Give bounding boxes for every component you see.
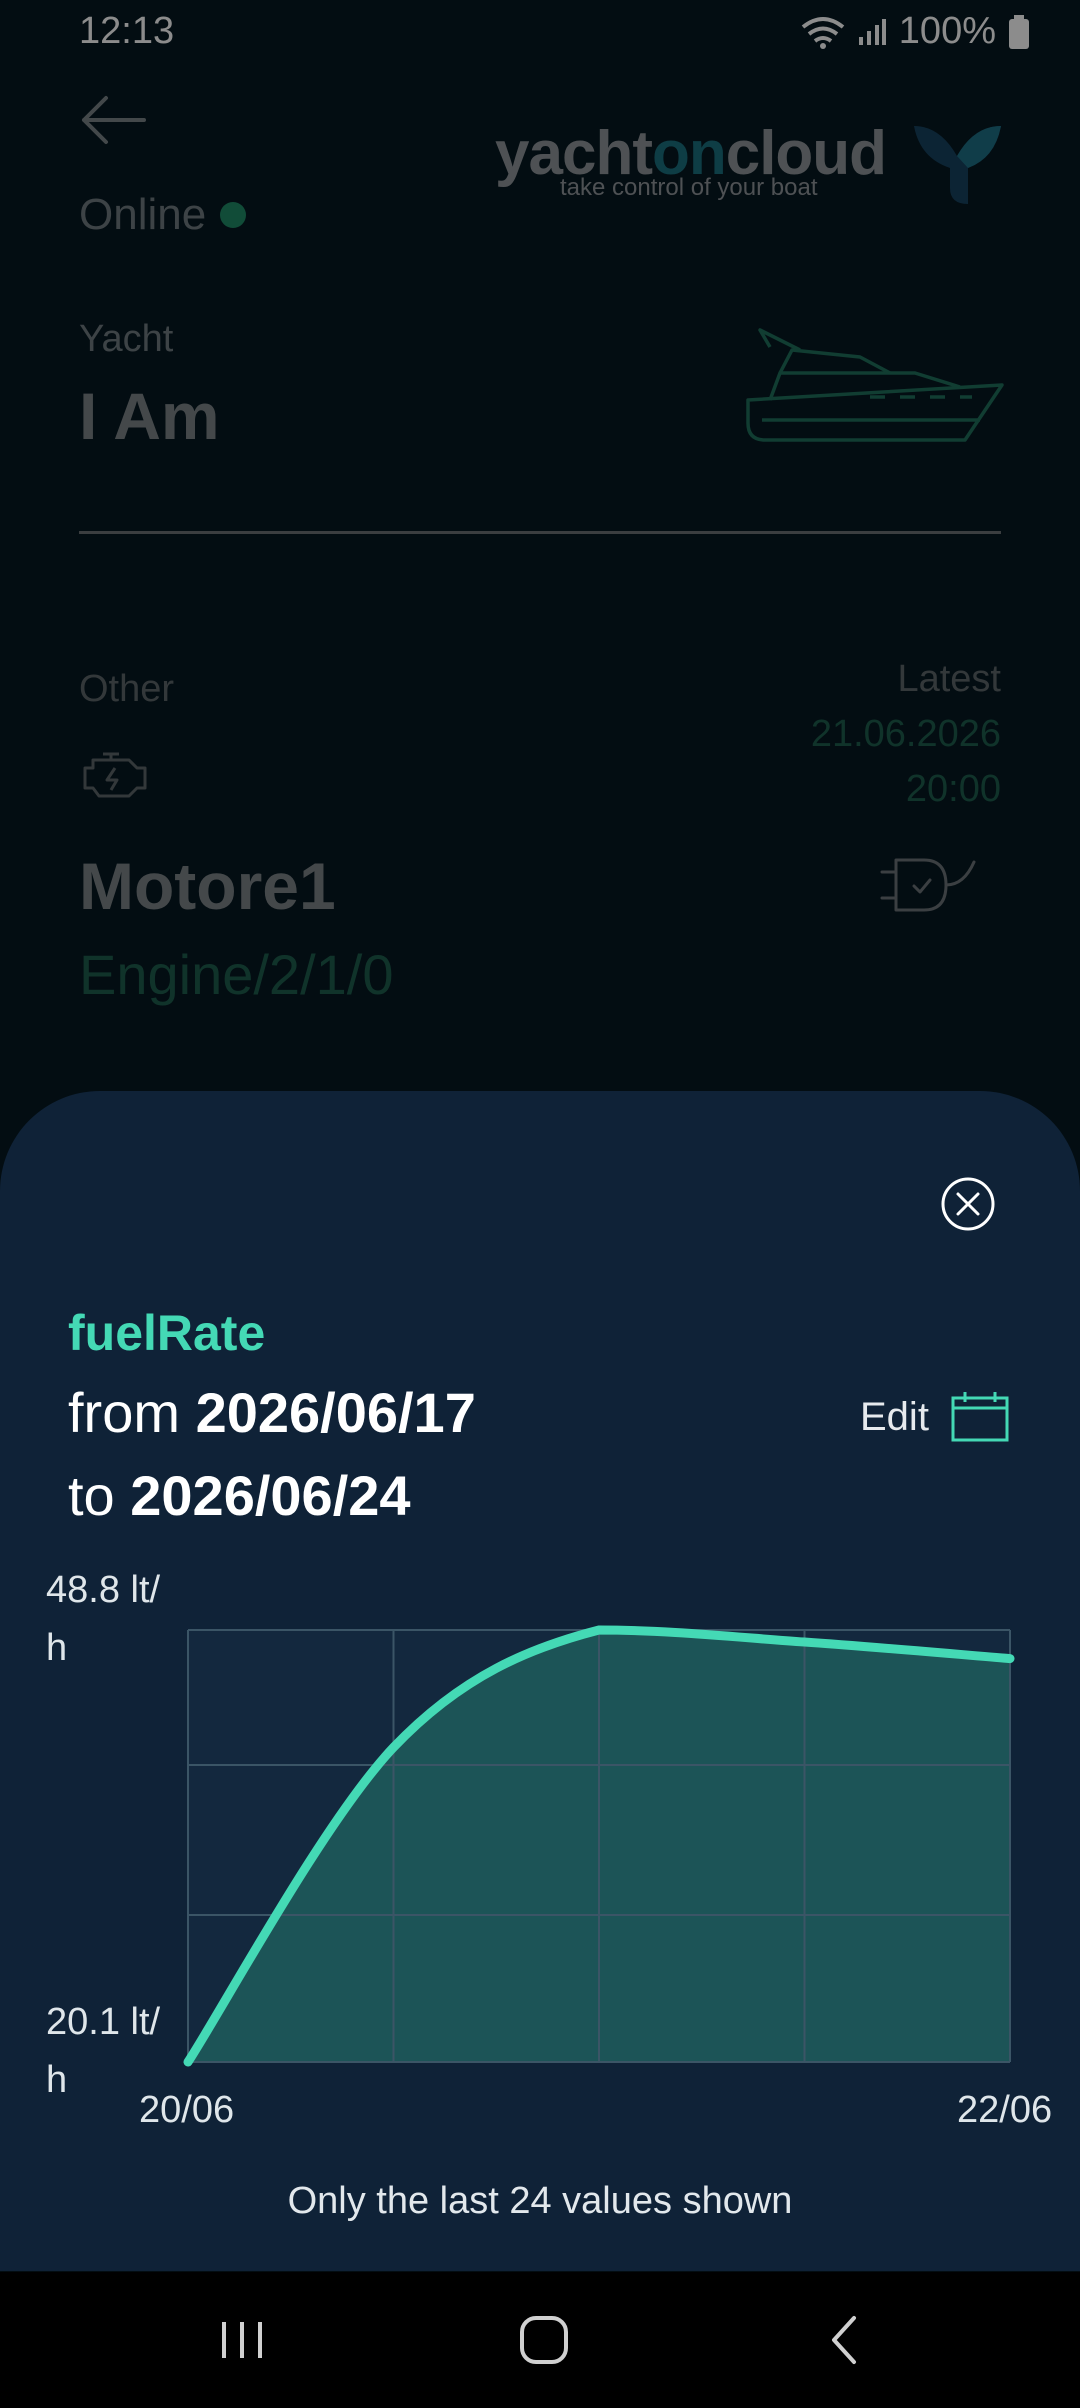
- to-date-line: to 2026/06/24: [68, 1463, 411, 1528]
- calendar-icon: [951, 1392, 1009, 1442]
- edit-label: Edit: [860, 1394, 929, 1439]
- x-tick-label: 20/06: [139, 2089, 234, 2131]
- recent-apps-icon[interactable]: [212, 2310, 272, 2370]
- from-date: 2026/06/17: [195, 1381, 476, 1444]
- back-nav-icon[interactable]: [816, 2310, 876, 2370]
- home-icon[interactable]: [514, 2310, 574, 2370]
- metric-title: fuelRate: [68, 1305, 266, 1361]
- edit-date-range-button[interactable]: Edit: [860, 1392, 1009, 1442]
- to-date: 2026/06/24: [130, 1464, 411, 1527]
- chart-footnote: Only the last 24 values shown: [287, 2180, 793, 2222]
- close-icon[interactable]: [940, 1176, 996, 1232]
- from-date-line: from 2026/06/17: [68, 1380, 476, 1445]
- x-tick-label: 22/06: [957, 2089, 1052, 2131]
- system-navigation-bar: [0, 2272, 1080, 2408]
- y-tick-label: 48.8 lt/h: [46, 1570, 161, 1669]
- to-prefix: to: [68, 1464, 115, 1527]
- from-prefix: from: [68, 1381, 180, 1444]
- y-tick-label: 20.1 lt/h: [46, 2001, 161, 2101]
- fuel-rate-chart: 48.8 lt/h 20.1 lt/h20/06 22/06: [46, 1570, 1052, 2131]
